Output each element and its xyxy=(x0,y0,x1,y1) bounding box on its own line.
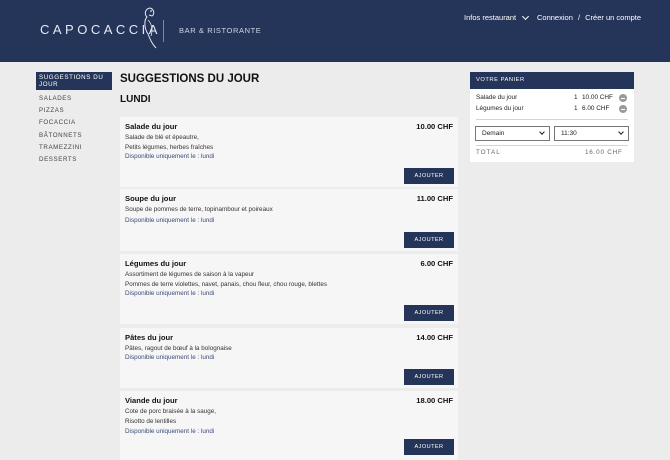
item-description: Pâtes, ragout de bœuf à la bolognaise xyxy=(125,344,405,354)
item-availability: Disponible uniquement le : lundi xyxy=(125,428,215,435)
cart-divider xyxy=(476,119,628,120)
description-line: Assortiment de légumes de saison à la va… xyxy=(125,271,255,278)
sidebar-item-suggestions[interactable]: SUGGESTIONS DU JOUR xyxy=(36,72,112,90)
menu-item-card: Soupe du jour 11.00 CHF Soupe de pommes … xyxy=(120,189,458,251)
cart-divider xyxy=(476,145,628,146)
item-name: Soupe du jour xyxy=(125,194,177,203)
cart-item: Légumes du jour 1 6.00 CHF xyxy=(476,105,628,115)
login-link[interactable]: Connexion xyxy=(537,13,573,22)
item-price: 14.00 CHF xyxy=(416,333,453,342)
item-description: Salade de blé et épeautre, Petits légume… xyxy=(125,133,405,152)
cart-item-name: Salade du jour xyxy=(476,94,518,101)
description-line: Pâtes, ragout de bœuf à la bolognaise xyxy=(125,345,232,352)
item-price: 6.00 CHF xyxy=(420,259,454,268)
item-price: 18.00 CHF xyxy=(416,396,453,405)
page-title: SUGGESTIONS DU JOUR xyxy=(120,73,260,85)
parrot-logo-icon xyxy=(144,7,157,49)
site-header: CAPOCACCIA BAR & RISTORANTE Infos restau… xyxy=(0,0,670,62)
item-availability: Disponible uniquement le : lundi xyxy=(125,290,215,297)
description-line: Petits légumes, herbes fraîches xyxy=(125,143,214,151)
cart-item-price: 10.00 CHF xyxy=(582,94,613,101)
menu-item-card: Salade du jour 10.00 CHF Salade de blé e… xyxy=(120,117,458,187)
info-restaurant-label: Infos restaurant xyxy=(464,13,517,22)
pickup-time-select[interactable]: 11:30 xyxy=(554,126,629,141)
remove-item-icon[interactable] xyxy=(619,105,627,113)
day-heading: LUNDI xyxy=(120,94,151,105)
category-sidebar: SUGGESTIONS DU JOUR SALADES PIZZAS FOCAC… xyxy=(36,72,112,165)
sidebar-item-batonnets[interactable]: BÂTONNETS xyxy=(36,129,112,141)
pickup-day-select[interactable]: Demain xyxy=(475,126,550,141)
item-price: 10.00 CHF xyxy=(416,122,453,131)
logo-divider xyxy=(163,20,164,42)
item-availability: Disponible uniquement le : lundi xyxy=(125,153,215,160)
item-availability: Disponible uniquement le : lundi xyxy=(125,217,215,224)
description-line: Pommes de terre violettes, navet, panais… xyxy=(125,280,327,288)
description-line: Salade de blé et épeautre, xyxy=(125,134,199,141)
pickup-time-value: 11:30 xyxy=(561,130,577,137)
add-to-cart-button[interactable]: AJOUTER xyxy=(404,168,454,184)
link-separator: / xyxy=(577,13,581,22)
item-description: Assortiment de légumes de saison à la va… xyxy=(125,270,425,289)
cart-total-value: 16.00 CHF xyxy=(585,149,623,156)
description-line: Cote de porc braisée à la sauge, xyxy=(125,408,217,415)
item-description: Cote de porc braisée à la sauge, Risotto… xyxy=(125,407,405,426)
item-description: Soupe de pommes de terre, topinambour et… xyxy=(125,205,405,215)
info-restaurant-menu[interactable]: Infos restaurant xyxy=(464,12,530,22)
item-name: Légumes du jour xyxy=(125,259,187,268)
register-link[interactable]: Créer un compte xyxy=(585,13,641,22)
chevron-down-icon xyxy=(522,12,530,20)
cart-total-label: TOTAL xyxy=(476,149,501,156)
add-to-cart-button[interactable]: AJOUTER xyxy=(404,369,454,385)
chevron-down-icon xyxy=(539,129,545,135)
add-to-cart-button[interactable]: AJOUTER xyxy=(404,305,454,321)
item-name: Viande du jour xyxy=(125,396,178,405)
sidebar-item-pizzas[interactable]: PIZZAS xyxy=(36,104,112,116)
menu-item-card: Pâtes du jour 14.00 CHF Pâtes, ragout de… xyxy=(120,328,458,388)
add-to-cart-button[interactable]: AJOUTER xyxy=(404,232,454,248)
item-name: Pâtes du jour xyxy=(125,333,174,342)
sidebar-item-salades[interactable]: SALADES xyxy=(36,92,112,104)
item-availability: Disponible uniquement le : lundi xyxy=(125,354,215,361)
cart-item-price: 6.00 CHF xyxy=(582,105,610,112)
cart-item: Salade du jour 1 10.00 CHF xyxy=(476,94,628,104)
menu-item-card: Viande du jour 18.00 CHF Cote de porc br… xyxy=(120,391,458,460)
item-name: Salade du jour xyxy=(125,122,178,131)
sidebar-item-desserts[interactable]: DESSERTS xyxy=(36,153,112,165)
add-to-cart-button[interactable]: AJOUTER xyxy=(404,439,454,455)
description-line: Soupe de pommes de terre, topinambour et… xyxy=(125,206,273,213)
menu-item-card: Légumes du jour 6.00 CHF Assortiment de … xyxy=(120,254,458,324)
item-price: 11.00 CHF xyxy=(416,194,453,203)
cart-item-qty: 1 xyxy=(574,105,578,112)
cart-title: VOTRE PANIER xyxy=(470,72,634,89)
pickup-day-value: Demain xyxy=(482,130,505,137)
description-line: Risotto de lentilles xyxy=(125,417,177,425)
sidebar-item-tramezzini[interactable]: TRAMEZZINI xyxy=(36,141,112,153)
chevron-down-icon xyxy=(618,129,624,135)
cart-item-name: Légumes du jour xyxy=(476,105,524,112)
cart-item-qty: 1 xyxy=(574,94,578,101)
account-links: Connexion / Créer un compte xyxy=(537,13,641,22)
remove-item-icon[interactable] xyxy=(619,94,627,102)
sidebar-item-focaccia[interactable]: FOCACCIA xyxy=(36,116,112,128)
logo-tagline: BAR & RISTORANTE xyxy=(179,26,262,35)
